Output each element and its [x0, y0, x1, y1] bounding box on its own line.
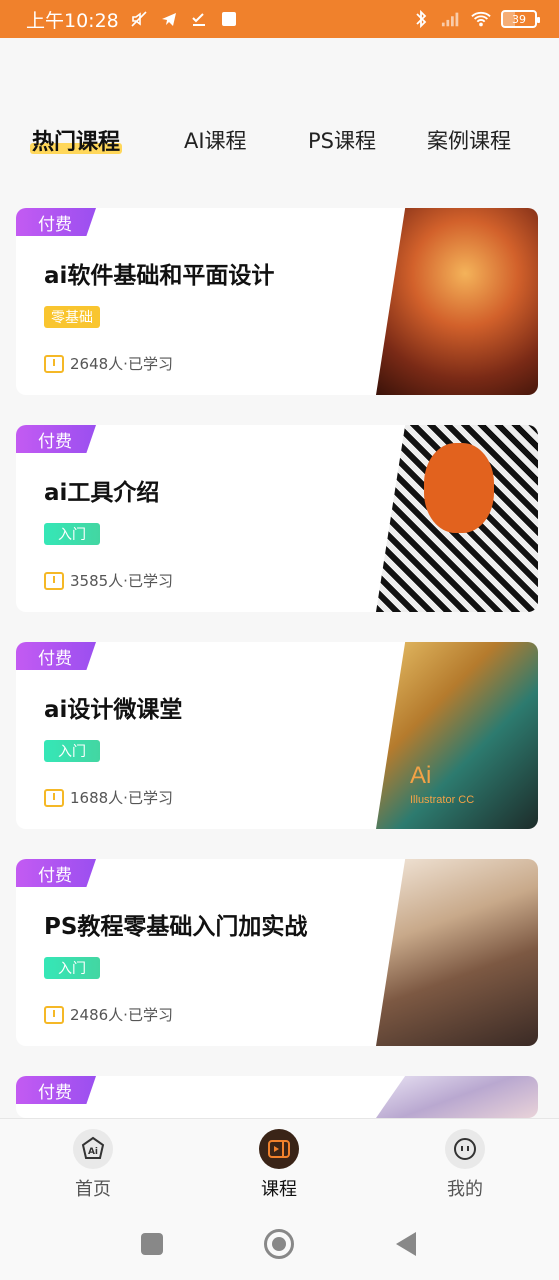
nav-courses[interactable]: 课程: [234, 1129, 324, 1201]
nav-home[interactable]: Ai 首页: [48, 1129, 138, 1201]
learner-count: 3585人·已学习: [44, 570, 173, 591]
tab-ai-courses[interactable]: AI课程: [184, 125, 247, 155]
tab-ps-courses[interactable]: PS课程: [308, 125, 376, 155]
notification-square-icon: [219, 9, 239, 29]
learner-count-text: 2648人·已学习: [70, 355, 173, 373]
illustrator-product-name: Illustrator CC: [410, 794, 475, 806]
status-bar: 上午10:28 39: [0, 0, 559, 38]
level-badge: 零基础: [44, 306, 100, 328]
course-tabs: 热门课程 AI课程 PS课程 案例课程: [0, 118, 559, 162]
battery-icon: 39: [501, 10, 540, 28]
course-thumbnail: [376, 859, 538, 1046]
tab-label: 热门课程: [32, 130, 121, 155]
paid-tag: 付费: [16, 859, 96, 887]
profile-icon: [445, 1129, 485, 1169]
download-done-icon: [189, 9, 209, 29]
paid-tag: 付费: [16, 642, 96, 670]
illustrator-logo-text: Ai: [410, 762, 432, 789]
course-icon: [259, 1129, 299, 1169]
course-thumbnail: [376, 425, 538, 612]
course-card[interactable]: 付费 ai工具介绍 入门 3585人·已学习: [16, 425, 538, 612]
learner-count: 2648人·已学习: [44, 353, 173, 374]
nav-label: 首页: [75, 1179, 111, 1200]
learner-count-text: 1688人·已学习: [70, 789, 173, 807]
course-thumbnail: Ai Illustrator CC: [376, 642, 538, 829]
paid-tag: 付费: [16, 425, 96, 453]
learner-count-text: 3585人·已学习: [70, 572, 173, 590]
learner-count: 1688人·已学习: [44, 787, 173, 808]
nav-profile[interactable]: 我的: [420, 1129, 510, 1201]
back-icon[interactable]: [396, 1232, 416, 1256]
recent-apps-icon[interactable]: [141, 1233, 163, 1255]
tab-case-courses[interactable]: 案例课程: [427, 125, 511, 155]
status-time: 上午10:28: [26, 9, 119, 32]
level-badge: 入门: [44, 523, 100, 545]
book-icon: [44, 1005, 64, 1024]
course-card[interactable]: 付费 ai软件基础和平面设计 零基础 2648人·已学习: [16, 208, 538, 395]
course-card[interactable]: 付费 ai设计微课堂 入门 1688人·已学习 Ai Illustrator C…: [16, 642, 538, 829]
tab-label: AI课程: [184, 129, 247, 153]
paid-tag: 付费: [16, 208, 96, 236]
home-button-icon[interactable]: [264, 1229, 294, 1259]
learner-count-text: 2486人·已学习: [70, 1006, 173, 1024]
course-card[interactable]: 付费: [16, 1076, 538, 1118]
course-card[interactable]: 付费 PS教程零基础入门加实战 入门 2486人·已学习: [16, 859, 538, 1046]
nav-label: 课程: [261, 1179, 297, 1200]
level-badge: 入门: [44, 740, 100, 762]
battery-level: 39: [512, 12, 526, 26]
book-icon: [44, 571, 64, 590]
paid-tag: 付费: [16, 1076, 96, 1104]
learner-count: 2486人·已学习: [44, 1004, 173, 1025]
book-icon: [44, 354, 64, 373]
signal-icon: [441, 9, 461, 29]
telegram-icon: [159, 9, 179, 29]
course-thumbnail: [376, 208, 538, 395]
course-title: PS教程零基础入门加实战: [44, 914, 308, 940]
tab-label: PS课程: [308, 129, 376, 153]
mute-icon: [129, 9, 149, 29]
course-title: ai设计微课堂: [44, 697, 183, 723]
tab-hot-courses[interactable]: 热门课程: [30, 124, 123, 156]
course-title: ai软件基础和平面设计: [44, 263, 275, 289]
bottom-nav: Ai 首页 课程 我的: [0, 1118, 559, 1210]
ai-home-icon: Ai: [73, 1129, 113, 1169]
system-nav-bar: [0, 1210, 559, 1280]
level-badge: 入门: [44, 957, 100, 979]
nav-label: 我的: [447, 1179, 483, 1200]
bluetooth-icon: [411, 9, 431, 29]
ai-home-icon-text: Ai: [88, 1147, 98, 1157]
course-thumbnail: [376, 1076, 538, 1118]
course-title: ai工具介绍: [44, 480, 160, 506]
tab-label: 案例课程: [427, 129, 511, 153]
book-icon: [44, 788, 64, 807]
wifi-icon: [471, 9, 491, 29]
